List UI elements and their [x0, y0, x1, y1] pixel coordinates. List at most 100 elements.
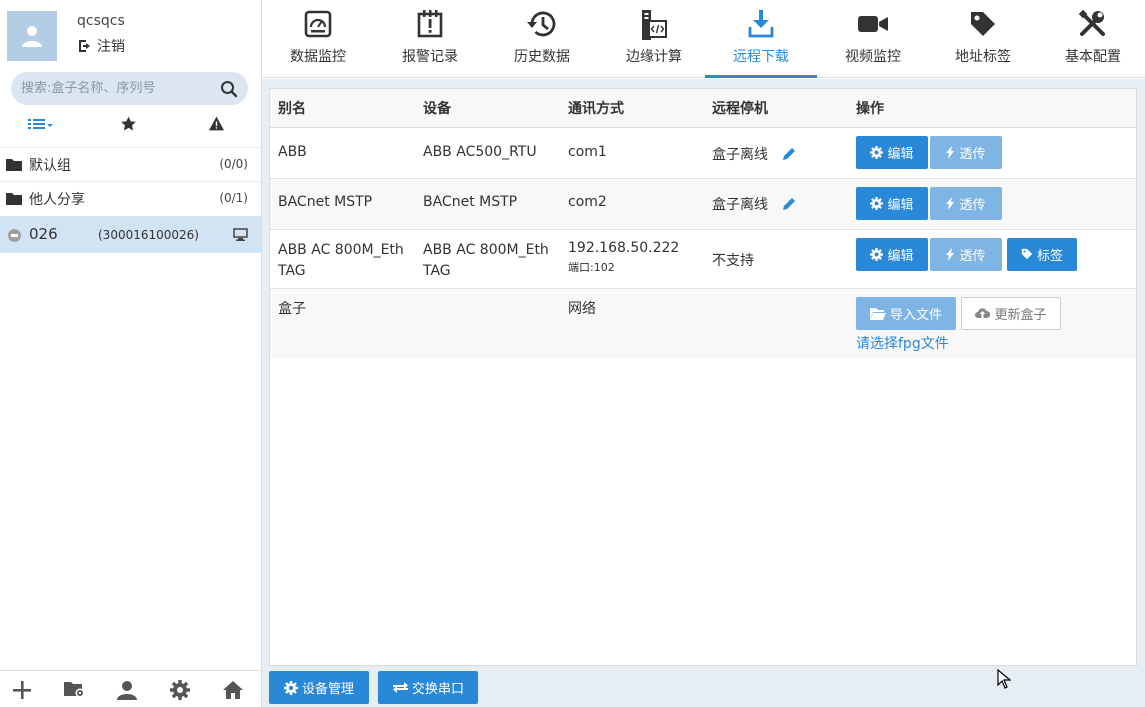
mouse-cursor-icon — [997, 669, 1011, 689]
pencil-icon[interactable] — [782, 147, 796, 165]
main-content: 别名 设备 通讯方式 远程停机 操作 ABB ABB AC500_RTU com… — [262, 79, 1145, 707]
remote-stop-status: 盒子离线 — [712, 146, 768, 163]
header-ops: 操作 — [848, 89, 1136, 128]
folder-icon — [6, 193, 22, 205]
user-button[interactable] — [117, 680, 137, 704]
cell-alias: ABB AC 800M_EthTAG — [270, 229, 415, 289]
edit-button[interactable]: 编辑 — [856, 237, 928, 271]
gear-icon — [870, 145, 884, 159]
pencil-icon[interactable] — [782, 197, 796, 215]
cell-remote-stop: 盒子离线 — [704, 127, 848, 179]
bolt-icon — [946, 196, 955, 210]
table-row: 盒子 网络 导入文件 更新盒子 请选择fpg文件 — [270, 288, 1136, 358]
history-icon — [527, 11, 556, 37]
tab-video-monitor[interactable]: 视频监控 — [817, 0, 929, 78]
user-avatar-icon — [22, 26, 42, 47]
folder-open-icon — [869, 307, 886, 320]
tab-label: 远程下载 — [733, 49, 789, 65]
tab-alarm-log[interactable]: 报警记录 — [374, 0, 486, 78]
import-file-button[interactable]: 导入文件 — [856, 296, 956, 330]
table-row: BACnet MSTP BACnet MSTP com2 盒子离线 编辑 透传 — [270, 178, 1136, 230]
cell-ops: 编辑 透传 — [848, 178, 1136, 230]
star-icon — [121, 116, 136, 131]
logout-label: 注销 — [97, 39, 125, 55]
gear-icon — [283, 680, 298, 695]
home-icon — [223, 681, 243, 699]
swap-icon — [392, 682, 408, 693]
comm-port: 端口:102 — [568, 260, 615, 274]
cell-device: ABB AC 800M_EthTAG — [415, 229, 560, 289]
cell-alias: 盒子 — [270, 288, 415, 358]
edit-label: 编辑 — [887, 248, 914, 264]
remote-stop-status: 不支持 — [712, 252, 754, 269]
group-settings-button[interactable] — [64, 680, 85, 702]
cell-device: ABB AC500_RTU — [415, 127, 560, 179]
device-item[interactable]: 026 (300016100026) — [0, 216, 261, 253]
alarm-filter-button[interactable] — [208, 116, 225, 135]
group-shared[interactable]: 他人分享 (0/1) — [0, 181, 261, 214]
passthrough-button[interactable]: 透传 — [930, 186, 1002, 220]
device-text: ABB AC 800M_EthTAG — [423, 241, 549, 279]
cell-comm: 192.168.50.222 端口:102 — [560, 229, 704, 289]
app-root: qcsqcs 注销 搜索:盒子名称、序列号 默认组 (0/0) 他人分享 (0/… — [0, 0, 1145, 707]
cell-device — [415, 288, 560, 358]
tag-button[interactable]: 标签 — [1007, 237, 1077, 271]
settings-button[interactable] — [170, 680, 190, 704]
favorites-filter-button[interactable] — [120, 116, 137, 136]
cell-remote-stop — [704, 288, 848, 358]
header-comm: 通讯方式 — [560, 89, 704, 128]
cell-alias: BACnet MSTP — [270, 178, 415, 230]
folder-gear-icon — [64, 682, 85, 698]
group-count: (0/1) — [219, 191, 248, 205]
cell-comm: 网络 — [560, 288, 704, 358]
tab-label: 历史数据 — [514, 49, 570, 65]
tab-remote-download[interactable]: 远程下载 — [705, 0, 817, 78]
edit-button[interactable]: 编辑 — [856, 135, 928, 169]
table-row: ABB ABB AC500_RTU com1 盒子离线 编辑 透传 — [270, 127, 1136, 179]
switch-serial-button[interactable]: 交换串口 — [378, 671, 479, 704]
switch-serial-label: 交换串口 — [411, 682, 464, 697]
tab-basic-config[interactable]: 基本配置 — [1037, 0, 1145, 78]
tab-data-monitor[interactable]: 数据监控 — [262, 0, 374, 78]
add-button[interactable] — [12, 680, 32, 704]
list-filter-button[interactable] — [28, 116, 54, 136]
gear-icon — [870, 196, 884, 210]
group-label: 他人分享 — [29, 192, 85, 208]
search-icon[interactable] — [220, 80, 238, 98]
passthrough-button[interactable]: 透传 — [930, 135, 1002, 169]
avatar[interactable] — [7, 11, 57, 61]
passthrough-label: 透传 — [959, 197, 986, 213]
table-header-row: 别名 设备 通讯方式 远程停机 操作 — [270, 89, 1136, 128]
group-label: 默认组 — [29, 158, 71, 174]
device-management-button[interactable]: 设备管理 — [269, 671, 369, 704]
tab-address-tags[interactable]: 地址标签 — [927, 0, 1039, 78]
edit-label: 编辑 — [887, 197, 914, 213]
device-management-label: 设备管理 — [301, 682, 354, 697]
user-block: qcsqcs 注销 — [0, 0, 261, 66]
logout-button[interactable]: 注销 — [77, 36, 125, 56]
home-button[interactable] — [222, 680, 244, 704]
bolt-icon — [946, 145, 955, 159]
update-box-button[interactable]: 更新盒子 — [961, 296, 1061, 330]
tab-label: 基本配置 — [1065, 49, 1121, 65]
edge-compute-icon — [642, 10, 667, 40]
sidebar: qcsqcs 注销 搜索:盒子名称、序列号 默认组 (0/0) 他人分享 (0/… — [0, 0, 262, 707]
tab-history-data[interactable]: 历史数据 — [486, 0, 598, 78]
cell-comm: com2 — [560, 178, 704, 230]
video-icon — [858, 16, 888, 32]
monitor-icon[interactable] — [233, 228, 248, 241]
group-default[interactable]: 默认组 (0/0) — [0, 147, 261, 180]
edit-button[interactable]: 编辑 — [856, 186, 928, 220]
sidebar-bottom-bar — [0, 670, 261, 707]
cell-alias: ABB — [270, 127, 415, 179]
warning-icon — [209, 116, 224, 131]
select-fpg-link[interactable]: 请选择fpg文件 — [856, 333, 1136, 353]
remote-stop-status: 盒子离线 — [712, 196, 768, 213]
passthrough-button[interactable]: 透传 — [930, 237, 1002, 271]
passthrough-label: 透传 — [959, 146, 986, 162]
tab-label: 数据监控 — [290, 49, 346, 65]
tab-edge-compute[interactable]: 边缘计算 — [598, 0, 710, 78]
comm-ip: 192.168.50.222 — [568, 239, 680, 256]
search-input[interactable] — [21, 72, 216, 105]
tab-label: 视频监控 — [845, 49, 901, 65]
